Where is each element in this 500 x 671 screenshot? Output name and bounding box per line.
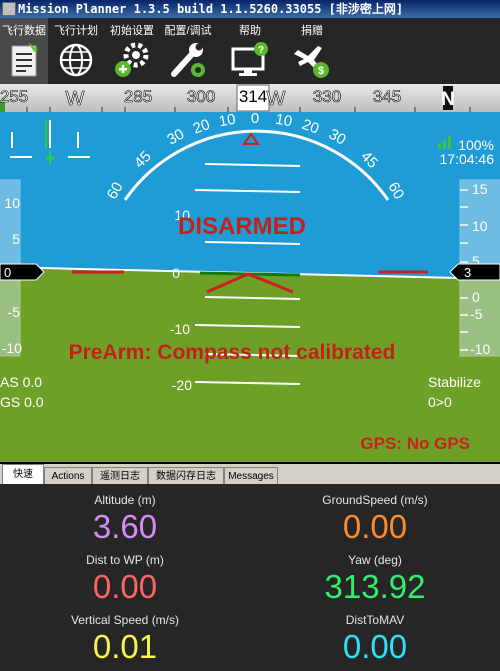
hud-display[interactable]: 60 45 30 20 10 0 10 20 30 45 60 10 0 -10 [0, 112, 500, 462]
menu-label: 捐赠 [301, 25, 323, 37]
arm-status: DISARMED [178, 213, 306, 240]
waypoint-readout: 0>0 [428, 394, 452, 410]
quick-yaw[interactable]: Yaw (deg) 313.92 [250, 552, 500, 606]
monitor-help-icon: ? [231, 42, 268, 76]
roll-scale-label: 10 [218, 112, 237, 130]
heading-label-north: N [441, 89, 455, 110]
quick-label: Altitude (m) [94, 493, 156, 507]
tab-label: Messages [228, 471, 274, 482]
quick-altitude[interactable]: Altitude (m) 3.60 [0, 492, 250, 546]
quick-dist-to-mav[interactable]: DistToMAV 0.00 [250, 612, 500, 666]
wrench-icon [171, 43, 205, 77]
heading-tape: 255 W 285 300 W 330 345 314 N [0, 84, 500, 113]
tab-dataflash-logs[interactable]: 数据闪存日志 [148, 467, 224, 484]
alt-tape-label: -10 [470, 341, 490, 357]
menu-donate[interactable]: 捐赠 $ [284, 18, 340, 84]
quick-value: 0.01 [92, 628, 158, 665]
tab-label: Actions [51, 471, 85, 482]
speed-tape-label: 5 [12, 231, 20, 247]
alt-tape-label: -5 [470, 306, 483, 322]
info-tabs: 快速 Actions 遥测日志 数据闪存日志 Messages [0, 464, 500, 484]
menu-config-tuning[interactable]: 配置/调试 [160, 18, 216, 84]
speed-tape-label: -5 [8, 304, 21, 320]
menu-label: 配置/调试 [164, 25, 212, 37]
tab-actions[interactable]: Actions [44, 467, 92, 484]
roll-scale-label: 0 [251, 112, 259, 127]
pitch-label: -10 [170, 321, 190, 337]
quick-label: Yaw (deg) [348, 553, 402, 567]
airspeed-readout: AS 0.0 [0, 374, 42, 390]
quick-vertical-speed[interactable]: Vertical Speed (m/s) 0.01 [0, 612, 250, 666]
menu-label: 飞行计划 [54, 25, 98, 37]
menu-flight-data[interactable]: 飞行数据 [0, 18, 48, 84]
speed-tape-label: 10 [4, 195, 20, 211]
menu-label: 初始设置 [110, 25, 154, 37]
tab-messages[interactable]: Messages [224, 467, 278, 484]
tab-label: 快速 [13, 469, 33, 480]
quick-value: 0.00 [92, 568, 158, 605]
quick-view-panel: Altitude (m) 3.60 GroundSpeed (m/s) 0.00… [0, 484, 500, 671]
menu-label: 飞行数据 [2, 25, 46, 37]
quick-dist-to-wp[interactable]: Dist to WP (m) 0.00 [0, 552, 250, 606]
altitude-value: 3 [464, 265, 471, 280]
quick-groundspeed[interactable]: GroundSpeed (m/s) 0.00 [250, 492, 500, 546]
flight-data-icon [11, 42, 38, 77]
svg-text:?: ? [258, 45, 264, 56]
pitch-label: -20 [172, 377, 192, 393]
globe-icon [59, 43, 93, 77]
speed-tape-label: -10 [2, 340, 22, 356]
svg-text:$: $ [318, 65, 324, 77]
quick-value: 3.60 [92, 508, 158, 545]
menu-help[interactable]: 帮助 ? [216, 18, 284, 84]
heading-label: 300 [187, 87, 215, 106]
heading-label: 345 [373, 87, 401, 106]
tab-label: 遥测日志 [100, 471, 140, 482]
heading-label: 255 [0, 87, 28, 106]
flight-mode: Stabilize [428, 374, 481, 390]
plane-donate-icon: $ [294, 46, 329, 78]
quick-value: 0.00 [342, 508, 408, 545]
main-menu-bar: 飞行数据 飞行计划 初始设置 配置/调试 帮助 ? 捐赠 $ [0, 18, 500, 84]
window-title: Mission Planner 1.3.5 build 1.1.5260.330… [18, 2, 404, 16]
heading-label: 285 [124, 87, 152, 106]
prearm-message: PreArm: Compass not calibrated [69, 341, 396, 364]
gears-icon [115, 42, 149, 77]
alt-tape-label: 15 [472, 181, 488, 197]
heading-label: W [66, 88, 85, 110]
quick-value: 313.92 [324, 568, 426, 605]
tab-label: 数据闪存日志 [156, 471, 216, 482]
groundspeed-readout: GS 0.0 [0, 394, 44, 410]
heading-label: W [267, 88, 286, 110]
alt-tape-label: 10 [472, 218, 488, 234]
alt-tape-label: 0 [472, 289, 480, 305]
window-title-bar[interactable]: Mission Planner 1.3.5 build 1.1.5260.330… [0, 0, 500, 18]
pitch-label: 0 [172, 265, 180, 281]
speed-value: 0 [4, 265, 11, 280]
quick-label: Vertical Speed (m/s) [70, 613, 180, 627]
menu-flight-plan[interactable]: 飞行计划 [48, 18, 104, 84]
quick-value: 0.00 [342, 628, 408, 665]
hud-clock: 17:04:46 [440, 151, 495, 167]
roll-scale-label: 10 [274, 112, 293, 130]
quick-label: Dist to WP (m) [86, 553, 164, 567]
gps-status: GPS: No GPS [360, 434, 470, 453]
tab-quick[interactable]: 快速 [2, 464, 44, 484]
altitude-value-box [449, 263, 500, 281]
tab-telemetry-logs[interactable]: 遥测日志 [92, 467, 148, 484]
quick-label: DistToMAV [345, 613, 405, 627]
current-heading: 314 [239, 87, 267, 106]
app-icon [2, 2, 16, 16]
quick-label: GroundSpeed (m/s) [322, 493, 428, 507]
heading-label: 330 [313, 87, 341, 106]
menu-label: 帮助 [239, 25, 261, 37]
hud-ground [0, 267, 500, 462]
menu-initial-setup[interactable]: 初始设置 [104, 18, 160, 84]
